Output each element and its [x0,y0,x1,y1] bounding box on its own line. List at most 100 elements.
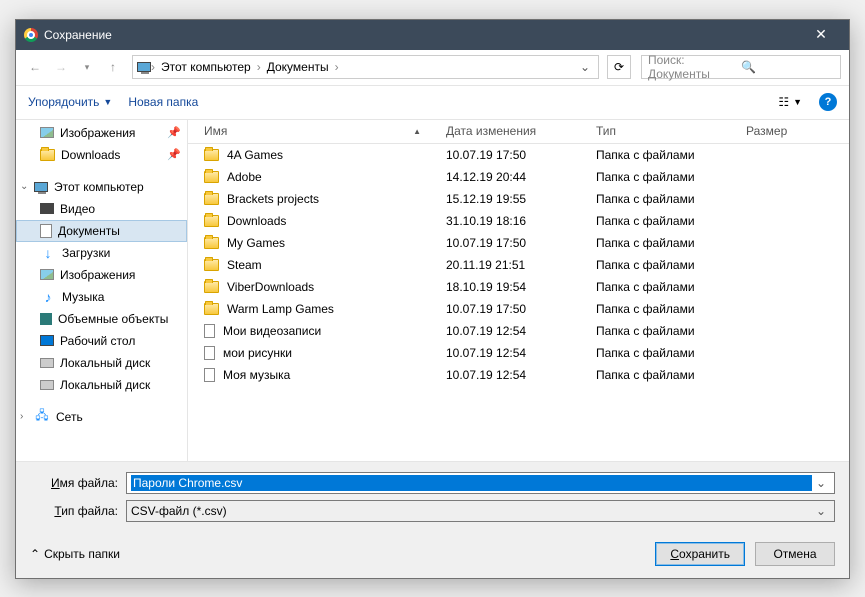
sidebar-item-pc[interactable]: ⌄Этот компьютер [16,176,187,198]
column-type[interactable]: Тип [588,124,738,138]
file-row[interactable]: 4A Games10.07.19 17:50Папка с файлами [188,144,849,166]
save-button[interactable]: Сохранить [655,542,745,566]
sidebar: Изображения📌Downloads📌⌄Этот компьютерВид… [16,120,188,461]
file-row[interactable]: Моя музыка10.07.19 12:54Папка с файлами [188,364,849,386]
sidebar-item[interactable]: Локальный диск [16,352,187,374]
column-date[interactable]: Дата изменения [438,124,588,138]
file-row[interactable]: Warm Lamp Games10.07.19 17:50Папка с фай… [188,298,849,320]
navbar: ← → ▾ ↑ › Этот компьютер › Документы › ⌄… [16,50,849,86]
file-row[interactable]: Adobe 14.12.19 20:44Папка с файлами [188,166,849,188]
form-area: Имя файла: Пароли Chrome.csv ⌄ Тип файла… [16,462,849,538]
file-row[interactable]: Downloads31.10.19 18:16Папка с файлами [188,210,849,232]
folder-icon [204,149,219,161]
download-icon: ↓ [40,245,56,261]
sidebar-item[interactable]: Рабочий стол [16,330,187,352]
file-type: Папка с файлами [588,170,738,184]
file-name: Мои видеозаписи [223,324,321,338]
organize-menu[interactable]: Упорядочить ▼ [28,95,112,109]
back-button[interactable]: ← [24,56,46,78]
pin-icon: 📌 [167,148,181,161]
file-date: 10.07.19 17:50 [438,236,588,250]
close-button[interactable]: ✕ [801,26,841,43]
sidebar-item[interactable]: Изображения📌 [16,122,187,144]
filename-label: Имя файла: [30,476,126,490]
file-name: My Games [227,236,285,250]
file-name: Adobe [227,170,262,184]
breadcrumb-item[interactable]: Этот компьютер [155,60,257,74]
breadcrumb-dropdown[interactable]: ⌄ [576,60,594,74]
sidebar-item[interactable]: Локальный диск [16,374,187,396]
file-date: 10.07.19 12:54 [438,368,588,382]
sidebar-item[interactable]: ↓Загрузки [16,242,187,264]
chevron-down-icon: ▼ [793,97,802,107]
hide-folders-button[interactable]: ⌃ Скрыть папки [30,547,120,561]
image-icon [40,127,54,138]
file-name: Brackets projects [227,192,319,206]
file-type: Папка с файлами [588,324,738,338]
sidebar-item-network[interactable]: ›🖧Сеть [16,406,187,428]
sidebar-item[interactable]: Видео [16,198,187,220]
music-icon: ♪ [40,289,56,305]
file-type: Папка с файлами [588,236,738,250]
search-icon: 🔍 [741,60,834,74]
chevron-down-icon[interactable]: ⌄ [812,476,830,490]
document-icon [40,224,52,238]
file-type: Папка с файлами [588,346,738,360]
help-button[interactable]: ? [819,93,837,111]
forward-button[interactable]: → [50,56,72,78]
folder-icon [40,149,55,161]
sidebar-item[interactable]: Изображения [16,264,187,286]
column-size[interactable]: Размер [738,124,818,138]
cancel-button[interactable]: Отмена [755,542,835,566]
file-row[interactable]: мои рисунки10.07.19 12:54Папка с файлами [188,342,849,364]
file-type: Папка с файлами [588,280,738,294]
video-icon [40,203,54,214]
sidebar-item-label: Объемные объекты [58,312,168,326]
file-row[interactable]: Brackets projects15.12.19 19:55Папка с ф… [188,188,849,210]
sidebar-item[interactable]: Объемные объекты [16,308,187,330]
refresh-button[interactable]: ⟳ [607,55,631,79]
file-icon [204,324,215,338]
file-date: 18.10.19 19:54 [438,280,588,294]
file-name: ViberDownloads [227,280,314,294]
sidebar-item[interactable]: ♪Музыка [16,286,187,308]
disk-icon [40,358,54,368]
file-list: Имя ▲ Дата изменения Тип Размер 4A Games… [188,120,849,461]
file-row[interactable]: My Games 10.07.19 17:50Папка с файлами [188,232,849,254]
save-dialog: Сохранение ✕ ← → ▾ ↑ › Этот компьютер › … [15,19,850,579]
folder-icon [204,193,219,205]
filetype-select[interactable]: CSV-файл (*.csv) ⌄ [126,500,835,522]
folder-icon [204,215,219,227]
chevron-down-icon[interactable]: ⌄ [812,504,830,518]
file-row[interactable]: Мои видеозаписи 10.07.19 12:54Папка с фай… [188,320,849,342]
breadcrumb-item[interactable]: Документы [261,60,335,74]
file-row[interactable]: ViberDownloads 18.10.19 19:54Папка с файл… [188,276,849,298]
file-type: Папка с файлами [588,192,738,206]
view-options-button[interactable]: ☷ ▼ [771,91,809,113]
filename-value: Пароли Chrome.csv [131,475,812,491]
new-folder-button[interactable]: Новая папка [128,95,198,109]
file-icon [204,368,215,382]
folder-icon [204,237,219,249]
file-name: Steam [227,258,262,272]
filetype-label: Тип файла: [30,504,126,518]
sidebar-item[interactable]: Downloads📌 [16,144,187,166]
column-name[interactable]: Имя ▲ [188,124,438,138]
file-row[interactable]: Steam20.11.19 21:51Папка с файлами [188,254,849,276]
file-type: Папка с файлами [588,214,738,228]
sidebar-item-label: Видео [60,202,95,216]
file-date: 10.07.19 12:54 [438,324,588,338]
sidebar-item-label: Локальный диск [60,378,150,392]
folder-icon [204,259,219,271]
filename-input[interactable]: Пароли Chrome.csv ⌄ [126,472,835,494]
file-date: 14.12.19 20:44 [438,170,588,184]
recent-dropdown[interactable]: ▾ [76,56,98,78]
up-button[interactable]: ↑ [102,56,124,78]
breadcrumb[interactable]: › Этот компьютер › Документы › ⌄ [132,55,599,79]
sidebar-item-label: Изображения [60,268,135,282]
sidebar-item-label: Рабочий стол [60,334,135,348]
sidebar-item[interactable]: Документы [16,220,187,242]
search-input[interactable]: Поиск: Документы 🔍 [641,55,841,79]
file-name: 4A Games [227,148,283,162]
sidebar-item-label: Сеть [56,410,83,424]
